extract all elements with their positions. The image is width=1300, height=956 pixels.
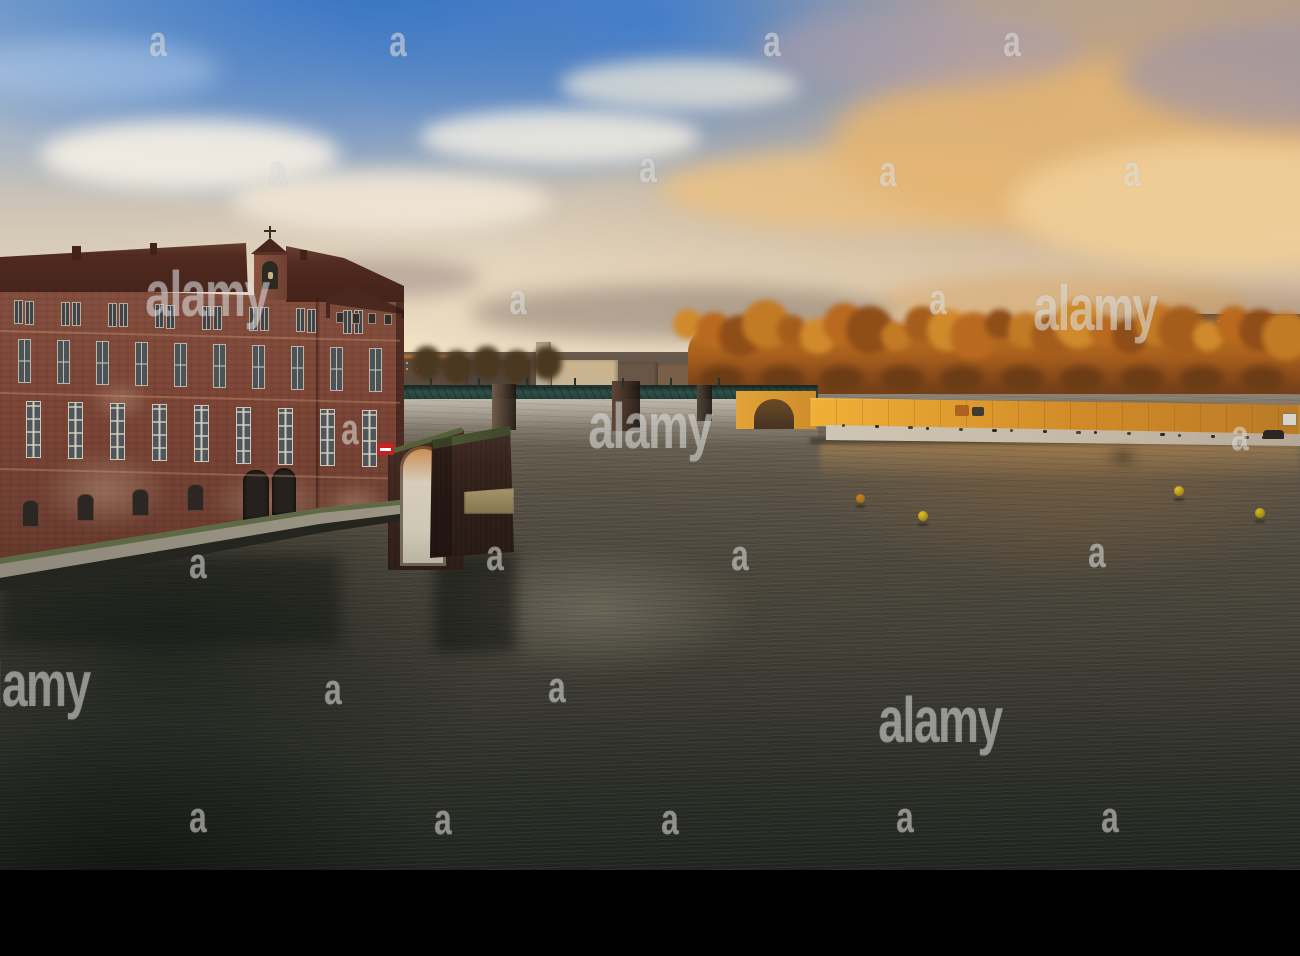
- watermark-brand: alamy: [1033, 272, 1158, 345]
- watermark-mark: a: [149, 17, 167, 66]
- watermark-mark: a: [324, 665, 342, 714]
- watermark-mark: a: [879, 147, 897, 196]
- watermark-brand: alamy: [878, 684, 1003, 757]
- watermark-mark: a: [189, 793, 207, 842]
- watermark-layer: alamy alamy alamy alamy alamy a a a a a a a a a a a a a a a…: [0, 0, 1300, 872]
- watermark-mark: a: [763, 17, 781, 66]
- watermark-mark: a: [929, 275, 947, 324]
- watermark-brand: alamy: [145, 258, 270, 331]
- watermark-mark: a: [509, 275, 527, 324]
- watermark-brand: alamy: [0, 648, 91, 721]
- watermark-mark: a: [1231, 411, 1249, 460]
- alamy-footer-bar: alamy Image ID: TC6Y7R www.alamy.com: [0, 870, 1300, 956]
- watermark-mark: a: [731, 531, 749, 580]
- watermark-mark: a: [1003, 17, 1021, 66]
- watermark-mark: a: [661, 795, 679, 844]
- watermark-mark: a: [189, 539, 207, 588]
- watermark-mark: a: [1088, 528, 1106, 577]
- watermark-mark: a: [548, 663, 566, 712]
- watermark-mark: a: [389, 17, 407, 66]
- stock-photo-page: alamyalamyalamyalamyalamyaaaaaaaaaaaaaaa…: [0, 0, 1300, 956]
- watermark-mark: a: [486, 531, 504, 580]
- watermark-mark: a: [1123, 147, 1141, 196]
- watermark-mark: a: [434, 795, 452, 844]
- watermark-mark: a: [1101, 793, 1119, 842]
- river-sunset-photo: alamy alamy alamy alamy alamy a a a a a a a a a a a a a a a…: [0, 0, 1300, 872]
- watermark-mark: a: [269, 147, 287, 196]
- watermark-mark: a: [341, 405, 359, 454]
- watermark-brand: alamy: [588, 390, 713, 463]
- watermark-mark: a: [639, 143, 657, 192]
- watermark-mark: a: [896, 793, 914, 842]
